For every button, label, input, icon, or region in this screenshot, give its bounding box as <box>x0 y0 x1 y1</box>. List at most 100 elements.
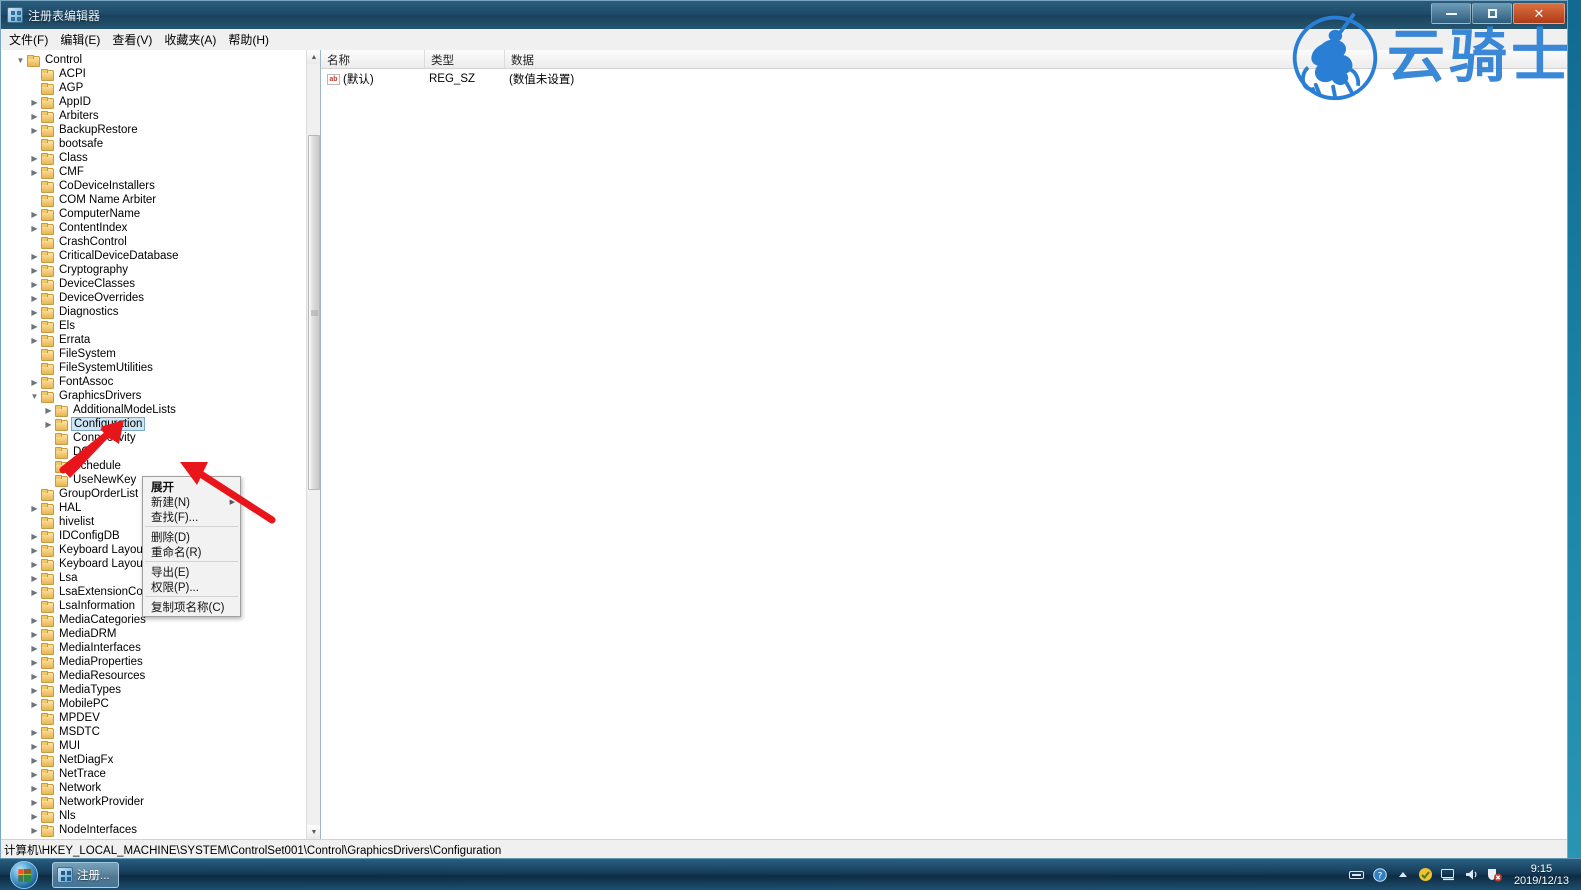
chevron-right-icon[interactable]: ▶ <box>29 252 40 261</box>
chevron-right-icon[interactable]: ▶ <box>29 812 40 821</box>
taskbar-item-registry-editor[interactable]: 注册... <box>52 861 119 888</box>
tree-item-nettrace[interactable]: ▶ NetTrace <box>1 767 306 781</box>
tree-item-acpi[interactable]: ▶ ACPI <box>1 67 306 81</box>
context-menu-item[interactable]: 重命名(R) <box>143 544 240 559</box>
tree-item-backuprestore[interactable]: ▶ BackupRestore <box>1 123 306 137</box>
tree-item-additionalmodelists[interactable]: ▶ AdditionalModeLists <box>1 403 306 417</box>
chevron-right-icon[interactable]: ▶ <box>43 420 54 429</box>
show-hidden-icons-icon[interactable] <box>1395 867 1411 883</box>
registry-values-pane[interactable]: 名称 类型 数据 ab (默认) REG_SZ (数值未设置) <box>321 50 1567 839</box>
tree-item-dci[interactable]: ▶ DCI <box>1 445 306 459</box>
chevron-down-icon[interactable]: ▼ <box>29 392 40 401</box>
keyboard-icon[interactable] <box>1349 867 1365 883</box>
tree-item-graphicsdrivers[interactable]: ▼ GraphicsDrivers <box>1 389 306 403</box>
tree-item-deviceclasses[interactable]: ▶ DeviceClasses <box>1 277 306 291</box>
tree-item-mobilepc[interactable]: ▶ MobilePC <box>1 697 306 711</box>
tree-item-mediadrm[interactable]: ▶ MediaDRM <box>1 627 306 641</box>
tree-item-msdtc[interactable]: ▶ MSDTC <box>1 725 306 739</box>
value-row[interactable]: ab (默认) REG_SZ (数值未设置) <box>321 69 1567 86</box>
tree-item-filesystemutilities[interactable]: ▶ FileSystemUtilities <box>1 361 306 375</box>
chevron-right-icon[interactable]: ▶ <box>29 672 40 681</box>
tree-item-deviceoverrides[interactable]: ▶ DeviceOverrides <box>1 291 306 305</box>
chevron-right-icon[interactable]: ▶ <box>43 406 54 415</box>
chevron-right-icon[interactable]: ▶ <box>29 686 40 695</box>
chevron-right-icon[interactable]: ▶ <box>29 322 40 331</box>
chevron-right-icon[interactable]: ▶ <box>29 700 40 709</box>
context-menu-item[interactable]: 删除(D) <box>143 529 240 544</box>
chevron-right-icon[interactable]: ▶ <box>29 616 40 625</box>
chevron-right-icon[interactable]: ▶ <box>29 98 40 107</box>
column-header-data[interactable]: 数据 <box>505 50 1567 68</box>
chevron-right-icon[interactable]: ▶ <box>29 210 40 219</box>
window-title-bar[interactable]: 注册表编辑器 ✕ <box>1 1 1567 29</box>
context-menu-item[interactable]: 导出(E) <box>143 564 240 579</box>
tree-item-cmf[interactable]: ▶ CMF <box>1 165 306 179</box>
tree-item-diagnostics[interactable]: ▶ Diagnostics <box>1 305 306 319</box>
tree-item-mediaproperties[interactable]: ▶ MediaProperties <box>1 655 306 669</box>
scroll-up-icon[interactable]: ▲ <box>307 50 320 64</box>
tree-item-mediaresources[interactable]: ▶ MediaResources <box>1 669 306 683</box>
chevron-right-icon[interactable]: ▶ <box>29 742 40 751</box>
tree-item-schedule[interactable]: ▶ Schedule <box>1 459 306 473</box>
tree-item-cryptography[interactable]: ▶ Cryptography <box>1 263 306 277</box>
chevron-right-icon[interactable]: ▶ <box>29 336 40 345</box>
chevron-down-icon[interactable]: ▼ <box>15 56 26 65</box>
help-icon[interactable]: ? <box>1372 867 1388 883</box>
context-menu-item[interactable]: 展开 <box>143 479 240 494</box>
security-alert-icon[interactable] <box>1487 867 1503 883</box>
chevron-right-icon[interactable]: ▶ <box>29 644 40 653</box>
menu-help[interactable]: 帮助(H) <box>222 29 275 50</box>
chevron-right-icon[interactable]: ▶ <box>29 112 40 121</box>
chevron-right-icon[interactable]: ▶ <box>29 658 40 667</box>
tree-item-network[interactable]: ▶ Network <box>1 781 306 795</box>
chevron-right-icon[interactable]: ▶ <box>29 756 40 765</box>
context-menu-item[interactable]: 查找(F)... <box>143 509 240 524</box>
chevron-right-icon[interactable]: ▶ <box>29 154 40 163</box>
tree-item-filesystem[interactable]: ▶ FileSystem <box>1 347 306 361</box>
tree-item-bootsafe[interactable]: ▶ bootsafe <box>1 137 306 151</box>
taskbar-clock[interactable]: 9:15 2019/12/13 <box>1510 863 1577 887</box>
tree-item-mui[interactable]: ▶ MUI <box>1 739 306 753</box>
chevron-right-icon[interactable]: ▶ <box>29 546 40 555</box>
tree-item-criticaldevicedatabase[interactable]: ▶ CriticalDeviceDatabase <box>1 249 306 263</box>
chevron-right-icon[interactable]: ▶ <box>29 826 40 835</box>
chevron-right-icon[interactable]: ▶ <box>29 588 40 597</box>
tree-context-menu[interactable]: 展开 新建(N) ▶ 查找(F)... 删除(D) 重命名(R) 导出(E) 权限(P)...… <box>142 476 241 617</box>
tree-vertical-scrollbar[interactable]: ▲ ▼ <box>306 50 320 839</box>
chevron-right-icon[interactable]: ▶ <box>29 532 40 541</box>
tree-item-appid[interactable]: ▶ AppID <box>1 95 306 109</box>
chevron-right-icon[interactable]: ▶ <box>29 560 40 569</box>
chevron-right-icon[interactable]: ▶ <box>29 294 40 303</box>
tree-item-codeviceinstallers[interactable]: ▶ CoDeviceInstallers <box>1 179 306 193</box>
menu-favorites[interactable]: 收藏夹(A) <box>158 29 222 50</box>
tree-item-computername[interactable]: ▶ ComputerName <box>1 207 306 221</box>
column-header-name[interactable]: 名称 <box>321 50 425 68</box>
tree-item-crashcontrol[interactable]: ▶ CrashControl <box>1 235 306 249</box>
tree-item-configuration[interactable]: ▶ Configuration <box>1 417 306 431</box>
column-header-type[interactable]: 类型 <box>425 50 505 68</box>
tree-item-mediainterfaces[interactable]: ▶ MediaInterfaces <box>1 641 306 655</box>
tree-item-netdiagfx[interactable]: ▶ NetDiagFx <box>1 753 306 767</box>
tree-item-nls[interactable]: ▶ Nls <box>1 809 306 823</box>
scroll-down-icon[interactable]: ▼ <box>307 825 320 839</box>
tree-item-agp[interactable]: ▶ AGP <box>1 81 306 95</box>
tree-item-mpdev[interactable]: ▶ MPDEV <box>1 711 306 725</box>
chevron-right-icon[interactable]: ▶ <box>29 308 40 317</box>
tree-scrollbar-thumb[interactable] <box>308 135 320 490</box>
minimize-button[interactable] <box>1431 3 1471 24</box>
tree-item-control[interactable]: ▼ Control <box>1 53 306 67</box>
volume-icon[interactable] <box>1464 867 1480 883</box>
maximize-button[interactable] <box>1472 3 1512 24</box>
menu-view[interactable]: 查看(V) <box>106 29 158 50</box>
tree-item-networkprovider[interactable]: ▶ NetworkProvider <box>1 795 306 809</box>
chevron-right-icon[interactable]: ▶ <box>29 378 40 387</box>
chevron-right-icon[interactable]: ▶ <box>29 770 40 779</box>
tree-item-fontassoc[interactable]: ▶ FontAssoc <box>1 375 306 389</box>
chevron-right-icon[interactable]: ▶ <box>29 784 40 793</box>
chevron-right-icon[interactable]: ▶ <box>29 266 40 275</box>
tree-item-contentindex[interactable]: ▶ ContentIndex <box>1 221 306 235</box>
tree-item-connectivity[interactable]: ▶ Connectivity <box>1 431 306 445</box>
chevron-right-icon[interactable]: ▶ <box>29 224 40 233</box>
chevron-right-icon[interactable]: ▶ <box>29 728 40 737</box>
context-menu-item[interactable]: 复制项名称(C) <box>143 599 240 614</box>
